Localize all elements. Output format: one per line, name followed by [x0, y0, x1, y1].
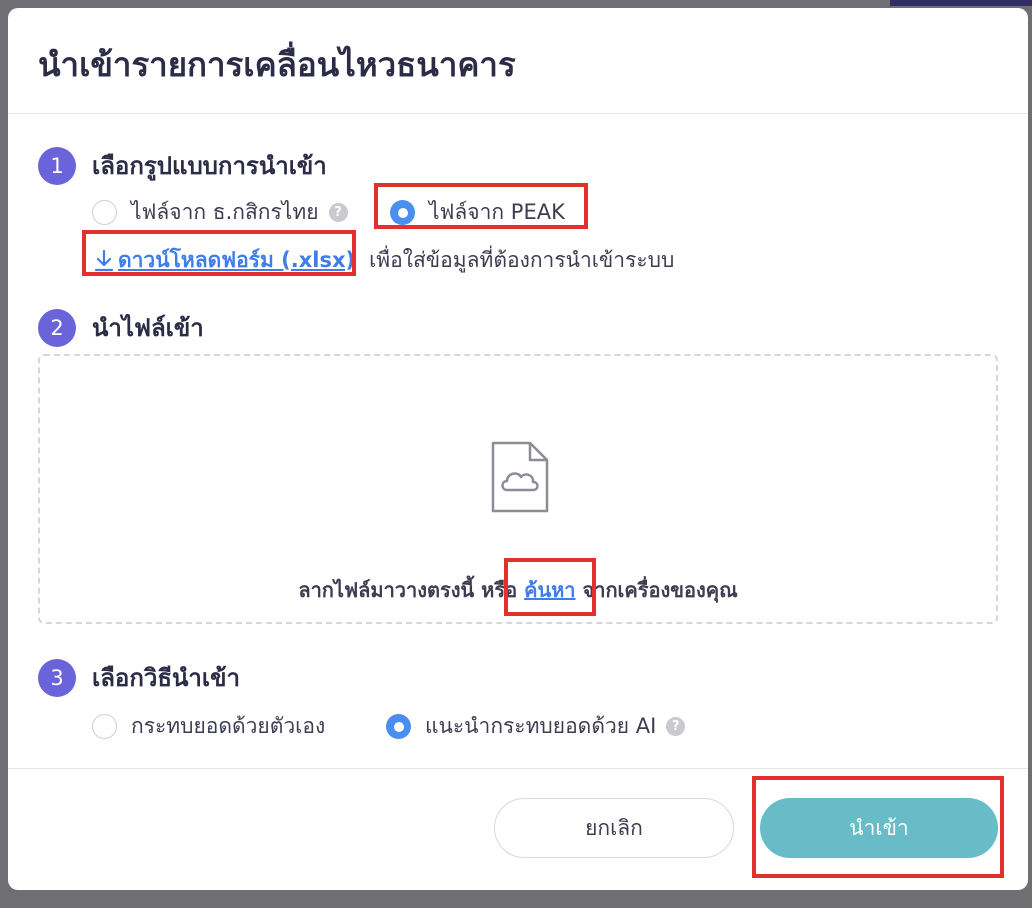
- step-2: 2 นำไฟล์เข้า: [38, 308, 204, 347]
- step-label: เลือกวิธีนำเข้า: [92, 664, 240, 692]
- step-number-badge: 3: [38, 658, 76, 697]
- step-3: 3 เลือกวิธีนำเข้า: [38, 658, 240, 697]
- radio-kasikorn[interactable]: [92, 200, 117, 225]
- radio-ai[interactable]: [386, 714, 411, 739]
- step-label: เลือกรูปแบบการนำเข้า: [92, 152, 327, 180]
- highlight-box: [82, 230, 356, 276]
- drop-text-after: จากเครื่องของคุณ: [575, 578, 738, 602]
- cancel-button[interactable]: ยกเลิก: [494, 798, 734, 858]
- option-ai-reconcile[interactable]: แนะนำกระทบยอดด้วย AI ?: [386, 710, 686, 743]
- highlight-box: [504, 558, 596, 616]
- dialog-header: นำเข้ารายการเคลื่อนไหวธนาคาร: [8, 8, 1028, 114]
- option-kasikorn[interactable]: ไฟล์จาก ธ.กสิกรไทย ?: [92, 196, 348, 229]
- radio-manual[interactable]: [92, 714, 117, 739]
- file-cloud-icon: [491, 441, 549, 513]
- option-manual-reconcile[interactable]: กระทบยอดด้วยตัวเอง: [92, 710, 325, 743]
- highlight-box: [752, 776, 1004, 878]
- dialog-title: นำเข้ารายการเคลื่อนไหวธนาคาร: [38, 45, 516, 84]
- drop-text-before: ลากไฟล์มาวางตรงนี้ หรือ: [298, 578, 525, 602]
- background-accent: [890, 0, 1032, 6]
- highlight-box: [374, 183, 588, 229]
- option-label: กระทบยอดด้วยตัวเอง: [131, 714, 326, 738]
- help-icon[interactable]: ?: [666, 717, 686, 736]
- import-dialog: นำเข้ารายการเคลื่อนไหวธนาคาร 1 เลือกรูปแ…: [8, 8, 1028, 890]
- step-1: 1 เลือกรูปแบบการนำเข้า: [38, 146, 327, 185]
- option-label: แนะนำกระทบยอดด้วย AI: [425, 714, 657, 738]
- download-description: เพื่อใส่ข้อมูลที่ต้องการนำเข้าระบบ: [369, 248, 675, 272]
- step-number-badge: 1: [38, 146, 76, 185]
- step-label: นำไฟล์เข้า: [92, 314, 204, 342]
- help-icon[interactable]: ?: [328, 203, 348, 222]
- option-label: ไฟล์จาก ธ.กสิกรไทย: [131, 200, 319, 224]
- step-number-badge: 2: [38, 308, 76, 347]
